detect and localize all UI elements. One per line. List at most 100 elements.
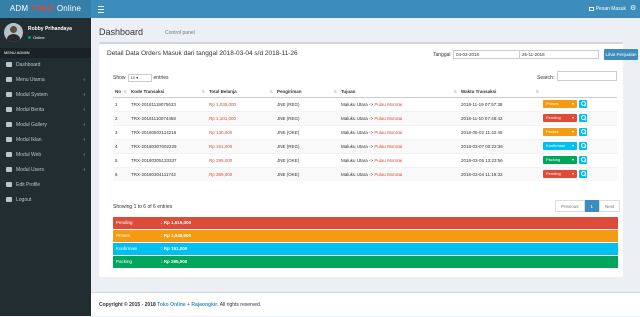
bullhorn-icon bbox=[6, 137, 12, 142]
brand-part-1: ADM bbox=[9, 4, 31, 13]
date-to-input[interactable]: 26-11-2018 bbox=[519, 50, 599, 59]
sidebar-item-label: Modul System bbox=[16, 92, 48, 98]
column-header[interactable]: Kode Transaksi ⇅ bbox=[129, 86, 207, 98]
cell-waktu: 2018-03-07 00:22:36 bbox=[459, 138, 541, 153]
chevron-left-icon: ‹ bbox=[83, 107, 85, 113]
table-body: 1 TRX-20181119075633 Rp 1,035,000 JNE (REG)… bbox=[113, 96, 617, 181]
search-icon[interactable] bbox=[579, 142, 587, 150]
status-dropdown-button[interactable]: Packing ▾ bbox=[543, 156, 577, 164]
summary-row-konfirmasi: Konfirmasi: Rp 151,000 bbox=[113, 243, 618, 255]
tujuan-city: Pulau Morotai bbox=[374, 157, 403, 163]
footer-link[interactable]: Toko Online + Rajaongkir bbox=[157, 302, 217, 308]
next-page-button[interactable]: Next bbox=[599, 200, 621, 212]
box-title: Detail Data Orders Masuk dari tanggal 20… bbox=[107, 50, 298, 57]
cell-actions: Pending ▾ bbox=[541, 110, 617, 125]
cell-tujuan: Maluku Utara -> Pulau Morotai bbox=[339, 124, 459, 139]
previous-page-button[interactable]: Previous bbox=[555, 200, 585, 212]
brand-part-2: TOKO bbox=[30, 4, 55, 13]
sidebar-item-modul-iklan[interactable]: Modul Iklan ‹ bbox=[0, 133, 91, 148]
lihat-penjualan-button[interactable]: Lihat Penjualan bbox=[604, 49, 638, 60]
search-input[interactable] bbox=[557, 71, 617, 81]
entries-select[interactable]: 10 ▾ bbox=[127, 74, 152, 82]
sidebar-item-menu-utama[interactable]: Menu Utama ‹ bbox=[0, 73, 91, 88]
search-icon[interactable] bbox=[579, 156, 587, 164]
footer-suffix: . All rights reserved. bbox=[217, 302, 262, 308]
cell-actions: Konfirmasi ▾ bbox=[541, 138, 617, 153]
search-icon[interactable] bbox=[579, 170, 587, 179]
cell-total: Rp 151,000 bbox=[207, 138, 275, 153]
sidebar-item-modul-users[interactable]: Modul Users ‹ bbox=[0, 163, 91, 178]
caret-down-icon: ▾ bbox=[571, 143, 574, 148]
page-1-button[interactable]: 1 bbox=[584, 200, 600, 212]
sidebar-item-modul-system[interactable]: Modul System ‹ bbox=[0, 88, 91, 103]
search-icon[interactable] bbox=[579, 128, 587, 136]
show-label: Show bbox=[113, 75, 126, 81]
status-dropdown-button[interactable]: Proses ▾ bbox=[543, 100, 577, 108]
cell-waktu: 2018-03-05 13:23:56 bbox=[459, 152, 541, 167]
content-wrapper: Dashboard Control panel Detail Data Orde… bbox=[91, 18, 640, 316]
tujuan-province: Maluku Utara -> bbox=[341, 129, 375, 135]
caret-down-icon: ▾ bbox=[571, 129, 574, 134]
column-header[interactable]: Tujuan ⇅ bbox=[339, 86, 459, 98]
column-header[interactable]: Pengiriman ⇅ bbox=[275, 86, 339, 98]
sidebar-item-logout[interactable]: Logout bbox=[0, 193, 91, 208]
pencil-icon bbox=[6, 107, 12, 112]
cell-pengiriman: JNE (REG) bbox=[275, 110, 339, 125]
column-header-label: Waktu Transaksi bbox=[461, 88, 497, 94]
caret-down-icon: ▾ bbox=[571, 115, 574, 120]
entries-label: entries bbox=[153, 75, 169, 81]
status-dropdown-button[interactable]: Proses ▾ bbox=[543, 128, 577, 136]
sidebar-item-modul-berita[interactable]: Modul Berita ‹ bbox=[0, 103, 91, 118]
column-header[interactable]: Total Belanja ⇅ bbox=[207, 86, 275, 98]
caret-down-icon: ▾ bbox=[571, 171, 574, 177]
table-row: 3 TRX-20180502114216 Rp 130,000 JNE (OKE) Ma… bbox=[113, 124, 617, 139]
footer-prefix: Copyright © 2015 - 2018 bbox=[99, 302, 158, 308]
brand-logo[interactable]: ADM TOKO Online bbox=[0, 0, 91, 18]
chevron-left-icon: ‹ bbox=[83, 137, 85, 143]
sidebar-item-modul-web[interactable]: Modul Web ‹ bbox=[0, 148, 91, 163]
tujuan-city: Pulau Morotai bbox=[374, 171, 403, 177]
tujuan-city: Pulau Morotai bbox=[374, 101, 403, 107]
gear-icon[interactable]: ⚙ bbox=[630, 5, 637, 12]
cell-no: 4 bbox=[113, 138, 129, 153]
search-icon[interactable] bbox=[579, 100, 587, 108]
cell-tujuan: Maluku Utara -> Pulau Morotai bbox=[339, 152, 459, 167]
sidebar-item-modul-gallery[interactable]: Modul Gallery ‹ bbox=[0, 118, 91, 133]
cell-total: Rp 1,035,000 bbox=[207, 96, 275, 111]
cell-pengiriman: JNE (REG) bbox=[275, 96, 339, 111]
summary-value: : Rp 1,048,000 bbox=[161, 233, 192, 238]
cell-kode: TRX-20180304111742 bbox=[129, 166, 207, 181]
tujuan-city: Pulau Morotai bbox=[374, 129, 403, 135]
column-header[interactable]: Waktu Transaksi ⇅ bbox=[459, 86, 541, 98]
envelope-icon bbox=[588, 7, 594, 11]
messages-button[interactable]: Pesan Masuk bbox=[588, 0, 626, 18]
cell-kode: TRX-20181110074458 bbox=[129, 110, 207, 125]
tanggal-label: Tanggal bbox=[433, 52, 451, 58]
cell-total: Rp 1,101,000 bbox=[207, 110, 275, 125]
user-icon bbox=[6, 182, 12, 187]
sidebar-toggle-icon[interactable] bbox=[98, 4, 107, 14]
cell-no: 2 bbox=[113, 110, 129, 125]
sidebar-item-edit-profile[interactable]: Edit Profile bbox=[0, 178, 91, 193]
column-header[interactable]: No ⇅ bbox=[113, 86, 129, 98]
page-title: Dashboard bbox=[99, 27, 144, 37]
showing-info: Showing 1 to 6 of 6 entries bbox=[113, 204, 173, 210]
summary-label: Packing bbox=[116, 259, 133, 264]
summary-label: Pending bbox=[116, 220, 133, 225]
page-subtitle: Control panel bbox=[165, 30, 195, 36]
column-header-label: No bbox=[115, 88, 121, 94]
search-icon[interactable] bbox=[579, 114, 587, 122]
cell-kode: TRX-20181119075633 bbox=[129, 96, 207, 111]
cell-tujuan: Maluku Utara -> Pulau Morotai bbox=[339, 96, 459, 111]
status-dropdown-button[interactable]: Pending ▾ bbox=[543, 114, 577, 122]
cell-tujuan: Maluku Utara -> Pulau Morotai bbox=[339, 138, 459, 153]
status-dropdown-button[interactable]: Pending ▾ bbox=[543, 170, 577, 179]
tujuan-province: Maluku Utara -> bbox=[341, 171, 375, 177]
sidebar-item-dashboard[interactable]: Dashboard bbox=[0, 58, 91, 73]
status-label: Proses bbox=[546, 101, 559, 106]
cell-total: Rp 130,000 bbox=[207, 124, 275, 139]
table-row: 5 TRX-20180305133337 Rp 295,000 JNE (OKE) Ma… bbox=[113, 152, 617, 167]
status-dropdown-button[interactable]: Konfirmasi ▾ bbox=[543, 142, 577, 150]
user-status: Online bbox=[28, 35, 45, 40]
summary-row-pending: Pending: Rp 1,515,000 bbox=[113, 217, 618, 229]
